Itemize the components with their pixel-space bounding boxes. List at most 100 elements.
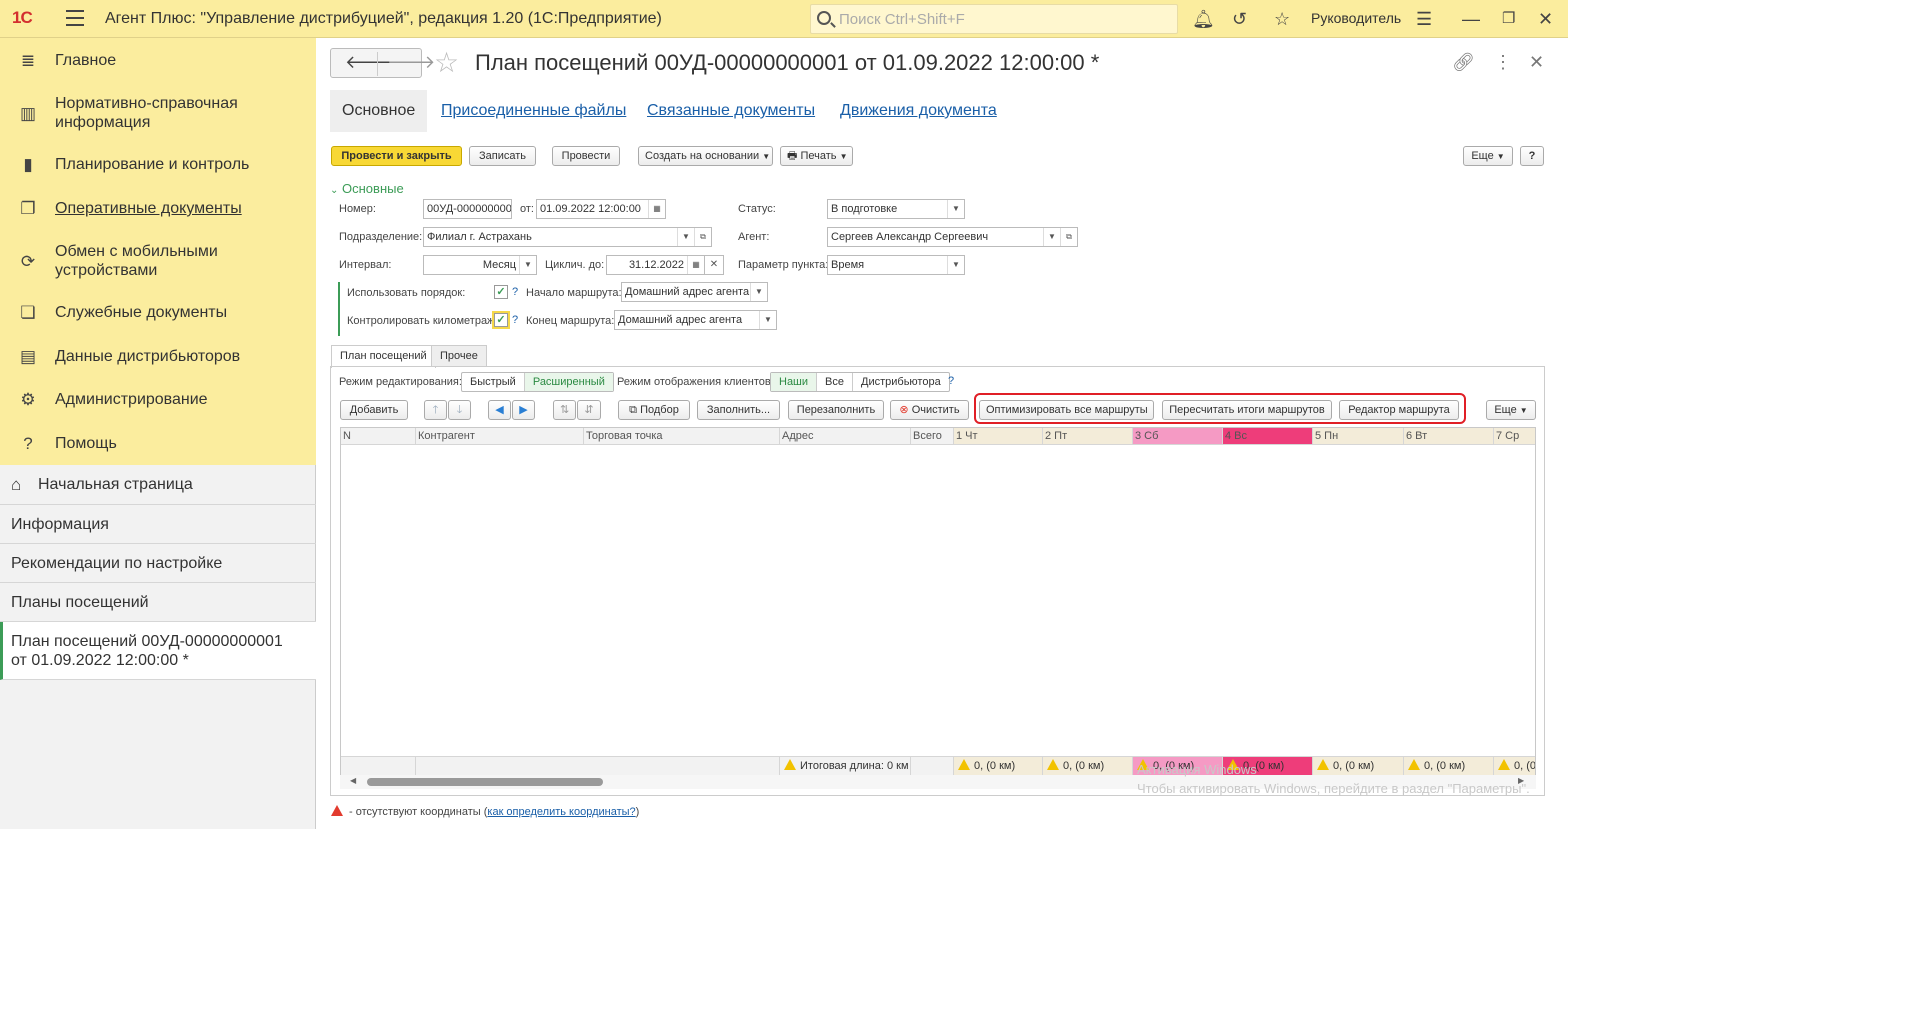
status-select[interactable]: В подготовке ▼ xyxy=(827,199,965,219)
footer-cell-empty xyxy=(416,757,780,775)
more-button[interactable]: Еще ▼ xyxy=(1463,146,1513,166)
history-icon[interactable]: ↺ xyxy=(1232,9,1247,29)
nav-home-page[interactable]: ⌂ Начальная страница xyxy=(0,465,316,505)
chevron-down-icon[interactable]: ▼ xyxy=(759,311,776,329)
print-button[interactable]: 🖶 Печать ▼ xyxy=(780,146,853,166)
settings-menu-icon[interactable]: ☰ xyxy=(1416,9,1432,29)
edit-mode-extended[interactable]: Расширенный xyxy=(524,373,613,391)
client-mode-all[interactable]: Все xyxy=(817,373,853,391)
create-based-on-button[interactable]: Создать на основании ▼ xyxy=(638,146,773,166)
save-button[interactable]: Записать xyxy=(469,146,536,166)
more-label: Еще xyxy=(1471,150,1494,162)
chevron-down-icon[interactable]: ▼ xyxy=(947,200,964,218)
date-value: 01.09.2022 12:00:00 xyxy=(540,203,641,215)
favorites-star-icon[interactable]: ☆ xyxy=(1274,9,1290,29)
client-mode-ours[interactable]: Наши xyxy=(771,373,818,391)
column-header-outlet[interactable]: Торговая точка xyxy=(584,428,780,444)
tab-related-documents[interactable]: Связанные документы xyxy=(647,90,815,132)
calendar-icon[interactable]: ▦ xyxy=(687,256,704,274)
restore-icon[interactable]: ❐ xyxy=(1502,9,1515,29)
client-mode-help[interactable]: ? xyxy=(948,375,954,387)
chevron-down-icon[interactable]: ▼ xyxy=(750,283,767,301)
control-km-help[interactable]: ? xyxy=(512,314,518,326)
visit-plan-table[interactable]: N Контрагент Торговая точка Адрес Всего … xyxy=(340,427,1536,775)
chevron-down-icon[interactable]: ▼ xyxy=(947,256,964,274)
close-form-icon[interactable]: ✕ xyxy=(1529,52,1544,73)
forward-arrow-icon[interactable]: 🡒 xyxy=(387,52,435,73)
use-order-help[interactable]: ? xyxy=(512,286,518,298)
shift-right-icon[interactable]: ▶ xyxy=(512,400,535,420)
post-and-close-button[interactable]: Провести и закрыть xyxy=(331,146,462,166)
tab-main[interactable]: Основное xyxy=(330,90,428,132)
nav-visit-plans[interactable]: Планы посещений xyxy=(0,583,316,622)
how-to-get-coordinates-link[interactable]: как определить координаты? xyxy=(487,806,635,818)
column-header-day-3[interactable]: 3 Сб xyxy=(1133,428,1223,444)
chevron-down-icon[interactable]: ▼ xyxy=(1043,228,1060,246)
main-menu-icon[interactable] xyxy=(66,10,84,26)
chevron-down-icon[interactable]: ▼ xyxy=(677,228,694,246)
chevron-down-icon[interactable]: ▼ xyxy=(519,256,536,274)
number-field[interactable]: 00УД-00000000001 xyxy=(423,199,512,219)
column-header-counterparty[interactable]: Контрагент xyxy=(416,428,584,444)
search-input[interactable]: Поиск Ctrl+Shift+F xyxy=(810,4,1178,34)
minimize-icon[interactable]: — xyxy=(1462,9,1480,29)
edit-mode-quick[interactable]: Быстрый xyxy=(462,373,525,391)
tab-other[interactable]: Прочее xyxy=(431,345,487,367)
agent-field[interactable]: Сергеев Александр Сергеевич ▼ ⧉ xyxy=(827,227,1078,247)
post-button[interactable]: Провести xyxy=(552,146,620,166)
column-header-total[interactable]: Всего xyxy=(911,428,954,444)
column-header-n[interactable]: N xyxy=(341,428,416,444)
date-field[interactable]: 01.09.2022 12:00:00 ▦ xyxy=(536,199,666,219)
column-header-day-6[interactable]: 6 Вт xyxy=(1404,428,1494,444)
open-icon[interactable]: ⧉ xyxy=(694,228,711,246)
user-name[interactable]: Руководитель xyxy=(1311,10,1401,26)
tab-document-movements[interactable]: Движения документа xyxy=(840,90,997,132)
link-icon[interactable]: 🔗︎ xyxy=(1452,52,1475,73)
pick-button[interactable]: ⧉ Подбор xyxy=(618,400,690,420)
client-mode-distributor[interactable]: Дистрибьютора xyxy=(853,373,949,391)
nav-info[interactable]: Информация xyxy=(0,505,316,544)
scroll-left-icon[interactable]: ◀ xyxy=(350,776,356,785)
point-param-value: Время xyxy=(831,259,865,271)
move-down-icon[interactable]: 🡓 xyxy=(448,400,471,420)
help-button[interactable]: ? xyxy=(1520,146,1544,166)
open-icon[interactable]: ⧉ xyxy=(1060,228,1077,246)
bell-icon[interactable]: 🔔︎ xyxy=(1192,9,1215,29)
panel-more-button[interactable]: Еще ▼ xyxy=(1486,400,1536,420)
column-header-address[interactable]: Адрес xyxy=(780,428,911,444)
column-header-day-4[interactable]: 4 Вс xyxy=(1223,428,1313,444)
route-end-select[interactable]: Домашний адрес агента ▼ xyxy=(614,310,777,330)
add-button[interactable]: Добавить xyxy=(340,400,408,420)
nav-recommendations[interactable]: Рекомендации по настройке xyxy=(0,544,316,583)
close-window-icon[interactable]: ✕ xyxy=(1538,9,1553,29)
number-label: Номер: xyxy=(339,203,376,215)
refill-button[interactable]: Перезаполнить xyxy=(788,400,884,420)
clear-icon[interactable]: ✕ xyxy=(704,255,724,275)
sort-asc-icon[interactable]: ⇅ xyxy=(553,400,576,420)
tab-visit-plan[interactable]: План посещений xyxy=(331,345,436,368)
tab-attached-files[interactable]: Присоединенные файлы xyxy=(441,90,626,132)
group-main[interactable]: ⌄ Основные xyxy=(330,181,404,196)
use-order-checkbox[interactable]: ✓ xyxy=(494,285,508,299)
interval-select[interactable]: Месяц ▼ xyxy=(423,255,537,275)
pick-icon: ⧉ xyxy=(629,404,638,416)
more-vertical-icon[interactable]: ⋮ xyxy=(1494,52,1512,73)
favorite-star-icon[interactable]: ☆ xyxy=(434,46,459,79)
column-header-day-2[interactable]: 2 Пт xyxy=(1043,428,1133,444)
fill-button[interactable]: Заполнить... xyxy=(697,400,780,420)
route-start-select[interactable]: Домашний адрес агента ▼ xyxy=(621,282,768,302)
column-header-day-5[interactable]: 5 Пн xyxy=(1313,428,1404,444)
control-km-checkbox[interactable]: ✓ xyxy=(492,311,510,329)
cyclic-date-field[interactable]: 31.12.2022 ▦ xyxy=(606,255,705,275)
shift-left-icon[interactable]: ◀ xyxy=(488,400,511,420)
move-up-icon[interactable]: 🡑 xyxy=(424,400,447,420)
sort-desc-icon[interactable]: ⇵ xyxy=(577,400,601,420)
calendar-icon[interactable]: ▦ xyxy=(648,200,665,218)
column-header-day-1[interactable]: 1 Чт xyxy=(954,428,1043,444)
clear-button[interactable]: ⊗ Очистить xyxy=(890,400,969,420)
nav-current-document[interactable]: План посещений 00УД-00000000001 от 01.09… xyxy=(0,622,316,680)
column-header-day-7[interactable]: 7 Ср xyxy=(1494,428,1535,444)
point-param-select[interactable]: Время ▼ xyxy=(827,255,965,275)
scrollbar-thumb[interactable] xyxy=(367,778,603,786)
division-field[interactable]: Филиал г. Астрахань ▼ ⧉ xyxy=(423,227,712,247)
